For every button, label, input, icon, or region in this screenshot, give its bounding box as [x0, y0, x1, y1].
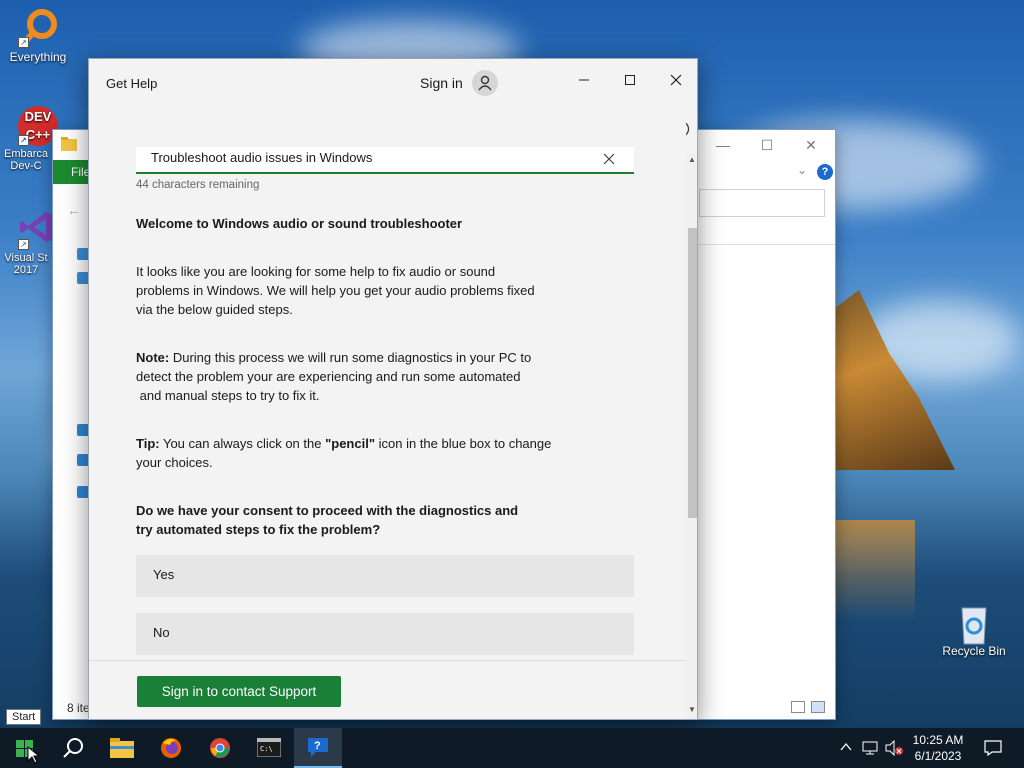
intro-line: via the below guided steps.	[136, 302, 293, 317]
scroll-up-arrow-icon[interactable]: ▲	[688, 155, 696, 164]
close-icon	[670, 74, 682, 86]
network-icon	[862, 741, 878, 755]
person-icon	[478, 75, 492, 91]
search-query-input[interactable]: Troubleshoot audio issues in Windows	[136, 147, 634, 174]
explorer-search-input[interactable]	[699, 189, 825, 217]
start-button[interactable]	[0, 728, 48, 768]
search-icon	[63, 738, 83, 758]
back-arrow-icon[interactable]: ←	[67, 202, 81, 218]
scrollbar[interactable]: ▲ ▼	[686, 153, 697, 719]
query-text: Troubleshoot audio issues in Windows	[151, 150, 373, 165]
close-button[interactable]	[653, 65, 697, 95]
desktop-icon-everything[interactable]: ↗ Everything	[0, 8, 76, 64]
get-help-footer: Sign in to contact Support	[89, 660, 686, 719]
clock-date: 6/1/2023	[914, 749, 962, 763]
search-button[interactable]	[48, 728, 96, 768]
scrollbar-thumb[interactable]	[688, 228, 697, 518]
tip-text: You can always click on the	[159, 436, 326, 451]
folder-icon	[61, 137, 77, 151]
desktop-icon-recycle-bin[interactable]: Recycle Bin	[936, 602, 1012, 658]
desktop-icon-label: Recycle Bin	[942, 644, 1006, 658]
sign-in-link[interactable]: Sign in	[420, 75, 463, 91]
maximize-icon	[625, 75, 635, 85]
start-tooltip: Start	[6, 709, 42, 725]
troubleshooter-content[interactable]: Troubleshoot audio issues in Windows 44 …	[89, 107, 686, 660]
intro-line: It looks like you are looking for some h…	[136, 264, 496, 279]
avatar[interactable]	[472, 70, 498, 96]
note-line: During this process we will run some dia…	[169, 350, 532, 365]
everything-icon: ↗	[18, 8, 58, 48]
tip-paragraph: Tip: You can always click on the "pencil…	[136, 434, 551, 472]
taskbar-file-explorer[interactable]	[98, 728, 146, 768]
chars-remaining: 44 characters remaining	[136, 179, 260, 191]
chevron-down-icon[interactable]: ⌄	[797, 163, 807, 177]
desktop-icon-label: Embarca Dev-C	[3, 148, 49, 172]
svg-text:C:\: C:\	[260, 745, 273, 753]
note-label: Note:	[136, 350, 170, 365]
note-paragraph: Note: During this process we will run so…	[136, 348, 531, 405]
close-icon	[603, 153, 615, 165]
note-line: detect the problem your are experiencing…	[136, 369, 521, 384]
desktop-icon-label: Everything	[9, 50, 67, 64]
clock-time: 10:25 AM	[912, 733, 964, 747]
mouse-cursor-icon	[27, 746, 39, 764]
consent-question: Do we have your consent to proceed with …	[136, 501, 518, 539]
minimize-button[interactable]	[561, 65, 607, 95]
scroll-down-arrow-icon[interactable]: ▼	[688, 705, 696, 714]
taskbar-chrome[interactable]	[196, 728, 244, 768]
note-line: and manual steps to try to fix it.	[136, 388, 320, 403]
troubleshooter-heading: Welcome to Windows audio or sound troubl…	[136, 216, 463, 231]
taskbar-terminal[interactable]: C:\	[245, 728, 293, 768]
get-help-icon: ?	[308, 738, 328, 757]
taskbar[interactable]: C:\ ? 10:25 AM 6/1/2023	[0, 728, 1024, 768]
clock[interactable]: 10:25 AM 6/1/2023	[905, 732, 971, 764]
volume-muted-icon	[885, 740, 903, 756]
divider	[699, 244, 835, 245]
consent-line: Do we have your consent to proceed with …	[136, 503, 519, 518]
recycle-bin-icon	[954, 602, 994, 645]
notification-icon	[984, 740, 1002, 756]
window-title: Get Help	[106, 76, 158, 91]
item-count: 8 ite	[67, 701, 90, 715]
svg-text:?: ?	[314, 740, 321, 752]
view-toggle[interactable]	[791, 701, 825, 713]
get-help-titlebar[interactable]: Get Help Sign in	[89, 59, 697, 107]
help-icon[interactable]: ?	[817, 164, 833, 180]
minimize-button[interactable]: —	[703, 134, 743, 156]
file-explorer-icon	[110, 738, 134, 758]
intro-paragraph: It looks like you are looking for some h…	[136, 262, 535, 319]
taskbar-get-help[interactable]: ?	[294, 728, 342, 768]
chevron-up-icon	[840, 742, 852, 751]
taskbar-firefox[interactable]	[147, 728, 195, 768]
tip-line: your choices.	[136, 455, 213, 470]
explorer-nav-pane[interactable]: ←	[53, 190, 89, 700]
large-icons-view-icon[interactable]	[811, 701, 825, 713]
desktop-icon-label: Visual St 2017	[4, 252, 48, 276]
tip-text: icon in the blue box to change	[375, 436, 552, 451]
contact-support-button[interactable]: Sign in to contact Support	[137, 676, 341, 707]
chrome-icon	[210, 738, 230, 758]
consent-line: try automated steps to fix the problem?	[136, 522, 381, 537]
minimize-icon	[579, 79, 589, 81]
close-button[interactable]: ✕	[791, 134, 831, 156]
maximize-button[interactable]	[607, 65, 653, 95]
tip-pencil: "pencil"	[325, 436, 375, 451]
ribbon-file-tab[interactable]: File	[53, 160, 93, 184]
maximize-button[interactable]: ☐	[747, 134, 787, 156]
terminal-icon: C:\	[257, 738, 281, 757]
get-help-window[interactable]: Get Help Sign in Troubleshoot audio issu…	[88, 58, 698, 720]
firefox-icon	[161, 738, 181, 758]
choice-no-button[interactable]: No	[136, 613, 634, 655]
intro-line: problems in Windows. We will help you ge…	[136, 283, 535, 298]
choice-yes-button[interactable]: Yes	[136, 555, 634, 597]
clear-query-button[interactable]	[602, 152, 616, 166]
details-view-icon[interactable]	[791, 701, 805, 713]
cliff-reflection	[835, 520, 915, 620]
action-center-button[interactable]	[978, 728, 1008, 768]
tip-label: Tip:	[136, 436, 160, 451]
